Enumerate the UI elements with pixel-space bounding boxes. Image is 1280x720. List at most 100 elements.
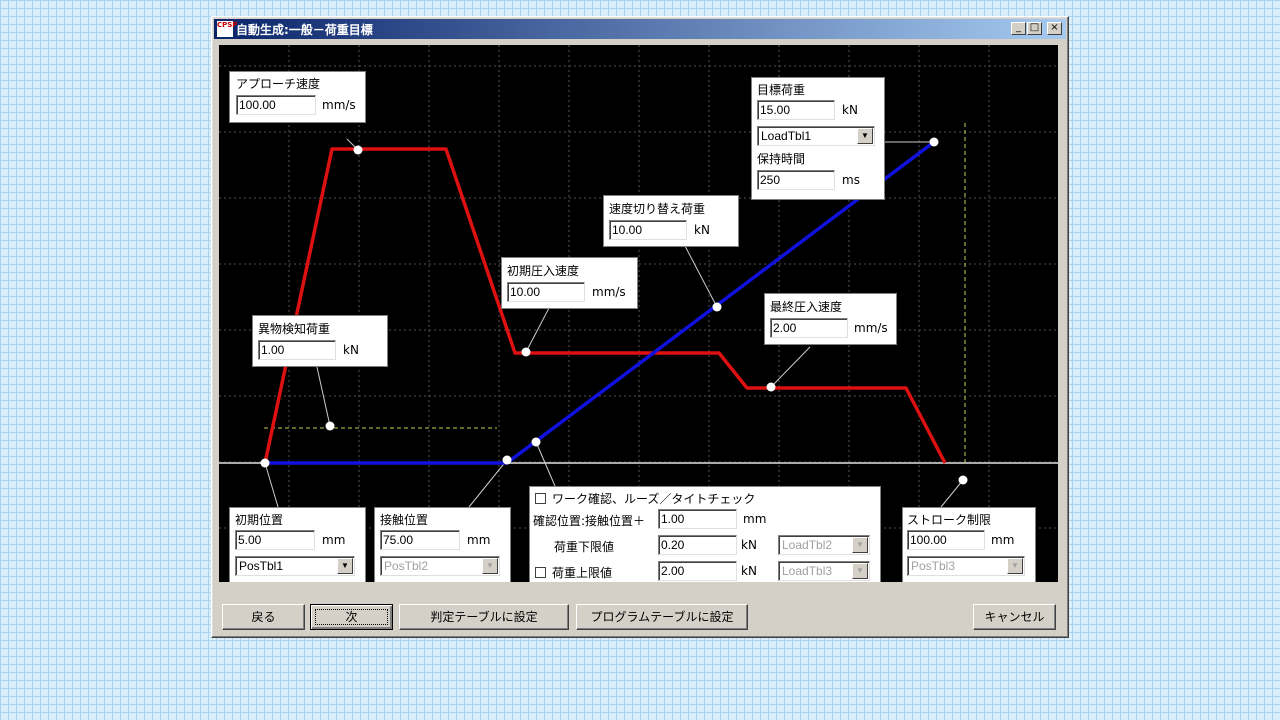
leader-line bbox=[316, 366, 331, 427]
target-load-panel: 目標荷重 15.00 kN LoadTbl1 ▼ 保持時間 250 ms bbox=[751, 77, 885, 200]
hold-time-unit: ms bbox=[842, 173, 860, 187]
initial-press-speed-label: 初期圧入速度 bbox=[507, 264, 580, 278]
chevron-down-icon[interactable]: ▼ bbox=[1007, 558, 1023, 574]
contact-position-unit: mm bbox=[467, 533, 491, 547]
approach-speed-point bbox=[353, 145, 363, 155]
initial-position-unit: mm bbox=[322, 533, 346, 547]
load-lower-unit: kN bbox=[741, 538, 757, 552]
cancel-button[interactable]: キャンセル bbox=[973, 604, 1056, 630]
minimize-button[interactable]: _ bbox=[1011, 22, 1026, 35]
contact-position-label: 接触位置 bbox=[380, 513, 429, 527]
focus-rect bbox=[315, 609, 388, 625]
window-title: 自動生成:一般－荷重目標 bbox=[236, 23, 373, 37]
stroke-limit-input[interactable]: 100.00 bbox=[907, 530, 985, 550]
leader-line bbox=[770, 346, 811, 388]
final-press-speed-unit: mm/s bbox=[854, 321, 888, 335]
stroke-limit-table-value: PosTbl3 bbox=[911, 559, 956, 573]
stroke-limit-point bbox=[958, 475, 968, 485]
approach-speed-label: アプローチ速度 bbox=[236, 77, 321, 91]
judge-table-button[interactable]: 判定テーブルに設定 bbox=[399, 604, 569, 630]
load-upper-table-value: LoadTbl3 bbox=[782, 564, 833, 578]
stroke-limit-label: ストローク制限 bbox=[907, 513, 992, 527]
final-press-speed-point bbox=[766, 382, 776, 392]
load-upper-label: 荷重上限値 bbox=[552, 566, 613, 580]
initial-press-speed-input[interactable]: 10.00 bbox=[507, 282, 585, 302]
profile-plot: アプローチ速度 100.00 mm/s 目標荷重 15.00 kN LoadTb… bbox=[219, 45, 1058, 582]
target-load-unit: kN bbox=[842, 103, 858, 117]
dialog-window: CPSP 自動生成:一般－荷重目標 _ □ × アプローチ速度 100.00 m… bbox=[211, 16, 1069, 638]
chevron-down-icon[interactable]: ▼ bbox=[852, 537, 868, 553]
initial-press-speed-panel: 初期圧入速度 10.00 mm/s bbox=[501, 257, 638, 309]
leader-line bbox=[468, 459, 508, 508]
load-lower-label: 荷重下限値 bbox=[554, 540, 615, 554]
target-load-point bbox=[929, 137, 939, 147]
foreign-detect-input[interactable]: 1.00 bbox=[258, 340, 336, 360]
foreign-detect-panel: 異物検知荷重 1.00 kN bbox=[252, 315, 388, 367]
chevron-down-icon[interactable]: ▼ bbox=[482, 558, 498, 574]
load-upper-checkbox[interactable] bbox=[535, 567, 546, 578]
switch-load-point bbox=[712, 302, 722, 312]
chevron-down-icon[interactable]: ▼ bbox=[337, 558, 353, 574]
initial-position-table-select[interactable]: PosTbl1 ▼ bbox=[235, 556, 355, 576]
switch-load-panel: 速度切り替え荷重 10.00 kN bbox=[603, 195, 739, 247]
initial-position-point bbox=[260, 458, 270, 468]
switch-load-unit: kN bbox=[694, 223, 710, 237]
initial-position-panel: 初期位置 5.00 mm PosTbl1 ▼ bbox=[229, 507, 366, 582]
confirm-position-label: 確認位置:接触位置＋ bbox=[533, 514, 646, 528]
approach-speed-panel: アプローチ速度 100.00 mm/s bbox=[229, 71, 366, 123]
load-upper-unit: kN bbox=[741, 564, 757, 578]
work-check-label: ワーク確認、ルーズ／タイトチェック bbox=[552, 492, 756, 506]
hold-time-label: 保持時間 bbox=[757, 152, 806, 166]
confirm-position-input[interactable]: 1.00 bbox=[658, 509, 737, 529]
contact-position-table-value: PosTbl2 bbox=[384, 559, 429, 573]
hold-time-input[interactable]: 250 bbox=[757, 170, 835, 190]
approach-speed-unit: mm/s bbox=[322, 98, 356, 112]
back-button[interactable]: 戻る bbox=[222, 604, 305, 630]
final-press-speed-label: 最終圧入速度 bbox=[770, 300, 843, 314]
final-press-speed-input[interactable]: 2.00 bbox=[770, 318, 848, 338]
app-icon: CPSP bbox=[217, 21, 237, 37]
contact-position-point bbox=[502, 455, 512, 465]
final-press-speed-panel: 最終圧入速度 2.00 mm/s bbox=[764, 293, 897, 345]
work-check-panel: ワーク確認、ルーズ／タイトチェック 確認位置:接触位置＋ 1.00 mm 荷重下… bbox=[529, 486, 881, 582]
load-lower-table-value: LoadTbl2 bbox=[782, 538, 833, 552]
target-load-table-select[interactable]: LoadTbl1 ▼ bbox=[757, 126, 875, 146]
switch-load-input[interactable]: 10.00 bbox=[609, 220, 687, 240]
foreign-detect-unit: kN bbox=[343, 343, 359, 357]
maximize-button[interactable]: □ bbox=[1027, 22, 1042, 35]
leader-line bbox=[684, 245, 718, 308]
load-lower-table-select[interactable]: LoadTbl2 ▼ bbox=[778, 535, 870, 555]
chevron-down-icon[interactable]: ▼ bbox=[852, 563, 868, 579]
stroke-limit-unit: mm bbox=[991, 533, 1015, 547]
target-load-table-value: LoadTbl1 bbox=[761, 129, 812, 143]
foreign-detect-label: 異物検知荷重 bbox=[258, 322, 331, 336]
leader-line bbox=[940, 479, 964, 508]
approach-speed-input[interactable]: 100.00 bbox=[236, 95, 316, 115]
stroke-limit-table-select[interactable]: PosTbl3 ▼ bbox=[907, 556, 1025, 576]
next-button[interactable]: 次 bbox=[310, 604, 393, 630]
foreign-detect-point bbox=[325, 421, 335, 431]
initial-press-speed-point bbox=[521, 347, 531, 357]
contact-position-panel: 接触位置 75.00 mm PosTbl2 ▼ bbox=[374, 507, 511, 582]
confirm-position-unit: mm bbox=[743, 512, 767, 526]
load-upper-input[interactable]: 2.00 bbox=[658, 561, 737, 581]
switch-load-label: 速度切り替え荷重 bbox=[609, 202, 706, 216]
initial-position-label: 初期位置 bbox=[235, 513, 284, 527]
contact-position-input[interactable]: 75.00 bbox=[380, 530, 460, 550]
chevron-down-icon[interactable]: ▼ bbox=[857, 128, 873, 144]
work-check-point bbox=[531, 437, 541, 447]
load-upper-table-select[interactable]: LoadTbl3 ▼ bbox=[778, 561, 870, 581]
title-bar[interactable]: CPSP 自動生成:一般－荷重目標 _ □ × bbox=[214, 19, 1066, 39]
initial-press-speed-unit: mm/s bbox=[592, 285, 626, 299]
leader-line bbox=[264, 462, 279, 508]
close-button[interactable]: × bbox=[1047, 22, 1062, 35]
initial-position-table-value: PosTbl1 bbox=[239, 559, 284, 573]
work-check-checkbox[interactable] bbox=[535, 493, 546, 504]
target-load-input[interactable]: 15.00 bbox=[757, 100, 835, 120]
load-lower-input[interactable]: 0.20 bbox=[658, 535, 737, 555]
contact-position-table-select[interactable]: PosTbl2 ▼ bbox=[380, 556, 500, 576]
initial-position-input[interactable]: 5.00 bbox=[235, 530, 315, 550]
program-table-button[interactable]: プログラムテーブルに設定 bbox=[576, 604, 748, 630]
stroke-limit-panel: ストローク制限 100.00 mm PosTbl3 ▼ bbox=[902, 507, 1036, 582]
target-load-label: 目標荷重 bbox=[757, 83, 806, 97]
